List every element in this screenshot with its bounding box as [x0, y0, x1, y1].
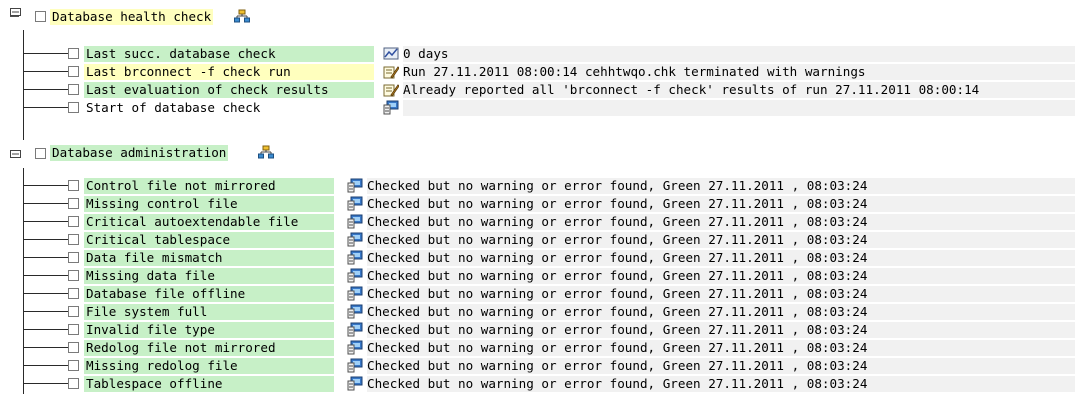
tree-connector [23, 89, 68, 90]
row-checkbox[interactable] [68, 252, 79, 263]
tree-connector [23, 71, 68, 72]
row-value: Checked but no warning or error found, G… [367, 304, 1075, 320]
tree-connector [23, 257, 68, 258]
row-value: Checked but no warning or error found, G… [367, 196, 1075, 212]
row-label[interactable]: Missing redolog file [84, 358, 334, 374]
row-label[interactable]: Missing data file [84, 268, 334, 284]
row-checkbox[interactable] [68, 180, 79, 191]
tree-connector [23, 53, 68, 54]
health-check-checkbox[interactable] [35, 11, 46, 22]
row-checkbox[interactable] [68, 342, 79, 353]
row-label[interactable]: Last brconnect -f check run [84, 64, 374, 80]
tree-connector [23, 221, 68, 222]
row-value [403, 100, 1075, 116]
row-label[interactable]: Last succ. database check [84, 46, 374, 62]
chart-icon[interactable] [383, 46, 399, 61]
row-checkbox[interactable] [68, 84, 79, 95]
tree-connector [23, 275, 68, 276]
monitor-icon[interactable] [347, 376, 363, 391]
hierarchy-icon[interactable] [258, 145, 274, 159]
row-checkbox[interactable] [68, 270, 79, 281]
row-value: Checked but no warning or error found, G… [367, 214, 1075, 230]
tree-connector [23, 347, 68, 348]
tree-connector [23, 383, 68, 384]
row-label[interactable]: Database file offline [84, 286, 334, 302]
row-checkbox[interactable] [68, 378, 79, 389]
row-label[interactable]: Tablespace offline [84, 376, 334, 392]
tree-view: Database health check Last succ. databas… [0, 0, 1078, 402]
row-checkbox[interactable] [68, 234, 79, 245]
row-label[interactable]: Start of database check [84, 100, 374, 116]
row-checkbox[interactable] [68, 324, 79, 335]
monitor-icon[interactable] [347, 232, 363, 247]
monitor-icon[interactable] [347, 322, 363, 337]
monitor-icon[interactable] [347, 196, 363, 211]
hierarchy-icon[interactable] [234, 9, 250, 23]
row-value: Checked but no warning or error found, G… [367, 250, 1075, 266]
row-value: Checked but no warning or error found, G… [367, 322, 1075, 338]
tree-connector [23, 168, 24, 394]
health-check-title[interactable]: Database health check [50, 9, 214, 25]
row-value: Checked but no warning or error found, G… [367, 376, 1075, 392]
row-label[interactable]: Invalid file type [84, 322, 334, 338]
row-label[interactable]: Critical tablespace [84, 232, 334, 248]
monitor-icon[interactable] [347, 340, 363, 355]
monitor-icon[interactable] [347, 304, 363, 319]
row-label[interactable]: File system full [84, 304, 334, 320]
monitor-icon[interactable] [347, 268, 363, 283]
monitor-icon[interactable] [347, 286, 363, 301]
row-value: Checked but no warning or error found, G… [367, 358, 1075, 374]
tree-connector [23, 107, 68, 108]
pen-doc-icon[interactable] [383, 64, 400, 79]
tree-connector [23, 293, 68, 294]
row-checkbox[interactable] [68, 102, 79, 113]
row-label[interactable]: Critical autoextendable file [84, 214, 334, 230]
row-label[interactable]: Data file mismatch [84, 250, 334, 266]
monitor-icon[interactable] [347, 250, 363, 265]
open-folder-icon[interactable] [10, 147, 22, 161]
row-checkbox[interactable] [68, 288, 79, 299]
open-folder-icon [10, 8, 21, 16]
row-label[interactable]: Control file not mirrored [84, 178, 334, 194]
tree-connector [23, 311, 68, 312]
monitor-icon[interactable] [383, 100, 399, 115]
row-checkbox[interactable] [68, 360, 79, 371]
tree-connector [23, 30, 24, 140]
row-label[interactable]: Missing control file [84, 196, 334, 212]
pen-doc-icon[interactable] [383, 82, 400, 97]
row-label[interactable]: Last evaluation of check results [84, 82, 374, 98]
row-value: 0 days [403, 46, 1075, 62]
row-value: Checked but no warning or error found, G… [367, 232, 1075, 248]
row-checkbox[interactable] [68, 66, 79, 77]
tree-connector [23, 203, 68, 204]
row-value: Checked but no warning or error found, G… [367, 340, 1075, 356]
row-value: Already reported all 'brconnect -f check… [403, 82, 1075, 98]
row-value: Checked but no warning or error found, G… [367, 178, 1075, 194]
monitor-icon[interactable] [347, 214, 363, 229]
monitor-icon[interactable] [347, 358, 363, 373]
administration-checkbox[interactable] [35, 148, 46, 159]
row-value: Checked but no warning or error found, G… [367, 268, 1075, 284]
tree-connector [23, 185, 68, 186]
row-label[interactable]: Redolog file not mirrored [84, 340, 334, 356]
tree-connector [23, 329, 68, 330]
row-checkbox[interactable] [68, 306, 79, 317]
row-value: Run 27.11.2011 08:00:14 cehhtwqo.chk ter… [403, 64, 1075, 80]
tree-connector [23, 365, 68, 366]
row-checkbox[interactable] [68, 216, 79, 227]
tree-connector [23, 239, 68, 240]
row-value: Checked but no warning or error found, G… [367, 286, 1075, 302]
row-checkbox[interactable] [68, 198, 79, 209]
administration-title[interactable]: Database administration [50, 145, 229, 161]
row-checkbox[interactable] [68, 48, 79, 59]
monitor-icon[interactable] [347, 178, 363, 193]
